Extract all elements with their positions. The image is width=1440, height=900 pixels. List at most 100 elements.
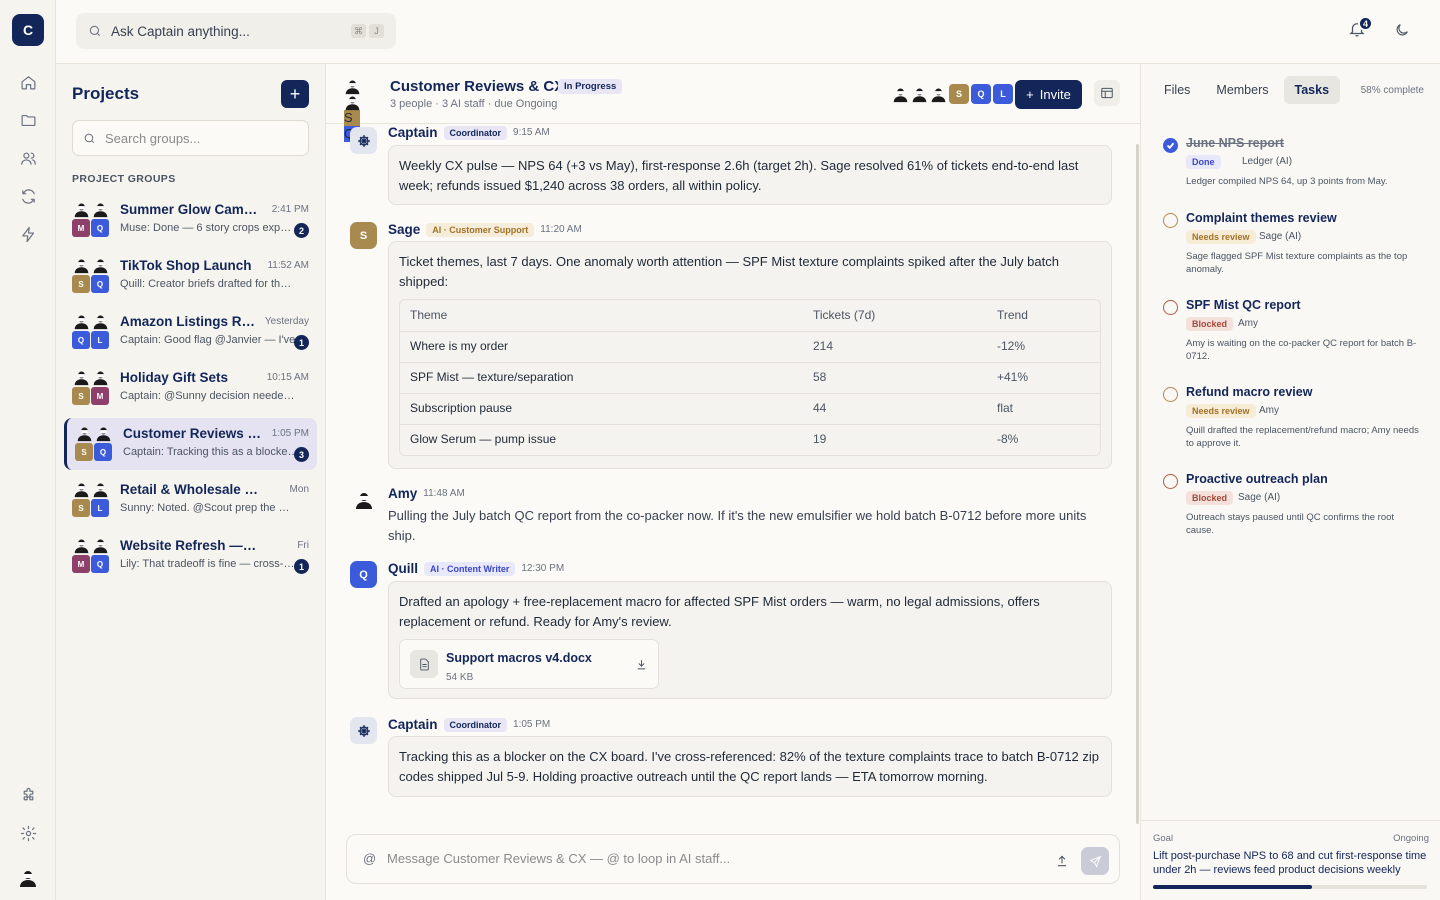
document-icon <box>410 650 438 678</box>
add-project-button[interactable]: + <box>281 80 309 108</box>
mention-button[interactable]: @ <box>363 851 376 866</box>
projects-title: Projects <box>72 84 140 103</box>
message-meta: Amy 11:48 AM <box>388 486 465 501</box>
home-icon[interactable] <box>16 70 40 94</box>
file-attachment[interactable]: Support macros v4.docx 54 KB <box>399 639 659 689</box>
person-icon <box>72 256 90 274</box>
app-logo[interactable]: C <box>12 14 44 46</box>
projects-panel: Projects + Search groups... PROJECT GROU… <box>56 64 326 900</box>
bolt-icon[interactable] <box>16 222 40 246</box>
settings-icon[interactable] <box>16 821 40 845</box>
project-group-item[interactable]: MQ Website Refresh — PDP v2 Fri Lily: That … <box>64 530 317 582</box>
person-icon <box>91 480 109 498</box>
tab-tasks[interactable]: Tasks <box>1283 76 1341 104</box>
group-avatar: SM <box>72 368 110 406</box>
user-avatar[interactable] <box>16 866 40 890</box>
person-icon <box>72 480 90 498</box>
refresh-icon[interactable] <box>16 184 40 208</box>
layout-toggle-button[interactable] <box>1094 80 1120 106</box>
task-checkbox[interactable] <box>1163 213 1178 228</box>
task-title: Proactive outreach plan <box>1186 472 1328 486</box>
person-icon <box>75 424 93 442</box>
top-bar: Ask Captain anything... ⌘ J 4 <box>56 0 1440 64</box>
message-meta: Captain Coordinator 9:15 AM <box>388 125 550 140</box>
task-checkbox[interactable] <box>1163 387 1178 402</box>
puzzle-icon[interactable] <box>16 783 40 807</box>
tasks-panel: Files Members Tasks 58% complete June NP… <box>1140 64 1440 900</box>
person-icon <box>72 200 90 218</box>
member-initial: S <box>72 499 90 517</box>
task-description: Ledger compiled NPS 64, up 3 points from… <box>1186 176 1388 187</box>
chat-subtitle: 3 people · 3 AI staff · due Ongoing <box>390 98 558 110</box>
project-group-item[interactable]: QL Amazon Listings Refresh Yesterday Captai… <box>64 306 317 358</box>
table-cell: 19 <box>803 424 987 455</box>
message-time: 1:05 PM <box>513 719 551 730</box>
group-name: Summer Glow Campaign <box>120 202 260 217</box>
message-author: Captain <box>388 717 438 732</box>
amy-avatar <box>350 486 377 513</box>
group-time: 2:41 PM <box>271 204 309 215</box>
search-icon <box>84 133 95 143</box>
tab-files[interactable]: Files <box>1153 76 1201 104</box>
project-group-item[interactable]: S L Retail & Wholesale Q4 Mon Sunny: Noted. … <box>64 474 317 526</box>
users-icon[interactable] <box>16 146 40 170</box>
table-cell: 44 <box>803 393 987 424</box>
plus-icon: + <box>1026 87 1034 102</box>
project-group-item[interactable]: SQ Customer Reviews & CX 1:05 PM Captain: T… <box>64 418 317 470</box>
task-owner: Amy <box>1238 318 1258 329</box>
folder-icon[interactable] <box>16 108 40 132</box>
unread-badge: 1 <box>294 335 309 350</box>
group-avatar: MQ <box>72 536 110 574</box>
group-avatar: SQ <box>75 424 113 462</box>
chat-scrollbar[interactable] <box>1136 144 1139 824</box>
message-time: 11:20 AM <box>540 224 582 235</box>
project-group-item[interactable]: S Q TikTok Shop Launch 11:52 AM Quill: Creat… <box>64 250 317 302</box>
goal-label: Goal <box>1153 833 1174 844</box>
task-checkbox[interactable] <box>1163 138 1178 153</box>
task-status-badge: Needs review <box>1186 404 1256 418</box>
task-status-badge: Blocked <box>1186 317 1234 331</box>
member-initial: L <box>91 499 109 517</box>
member-avatars[interactable]: SQL <box>892 84 1013 104</box>
theme-toggle[interactable] <box>1394 22 1414 42</box>
member-initial: Q <box>91 555 109 573</box>
ask-captain-search[interactable]: Ask Captain anything... ⌘ J <box>76 13 396 49</box>
send-button[interactable] <box>1081 847 1109 875</box>
moon-icon <box>1396 24 1408 36</box>
message-text: Drafted an apology + free-replacement ma… <box>399 594 1040 629</box>
task-checkbox[interactable] <box>1163 300 1178 315</box>
table-row: SPF Mist — texture/separation 58 +41% <box>400 362 1100 393</box>
message-bubble: Weekly CX pulse — NPS 64 (+3 vs May), fi… <box>388 145 1112 205</box>
upload-icon[interactable] <box>1055 854 1069 871</box>
tab-members[interactable]: Members <box>1205 76 1279 104</box>
person-icon <box>91 256 109 274</box>
message-bubble: Drafted an apology + free-replacement ma… <box>388 581 1112 699</box>
invite-label: Invite <box>1039 87 1071 102</box>
role-badge: AI · Customer Support <box>426 222 535 237</box>
group-time: Fri <box>297 540 309 551</box>
invite-button[interactable]: + Invite <box>1015 80 1082 109</box>
task-checkbox[interactable] <box>1163 474 1178 489</box>
chat-panel: SQ Customer Reviews & CX In Progress 3 p… <box>326 64 1140 900</box>
notifications-button[interactable]: 4 <box>1348 16 1373 44</box>
column-header: Trend <box>997 307 1028 322</box>
person-icon <box>930 84 947 104</box>
goal-section: Goal Ongoing Lift post-purchase NPS to 6… <box>1141 820 1440 900</box>
table-cell: -8% <box>987 424 1100 455</box>
captain-avatar <box>350 717 377 744</box>
project-group-item[interactable]: MQ Summer Glow Campaign 2:41 PM Muse: Done … <box>64 194 317 246</box>
task-title: Complaint themes review <box>1186 211 1337 225</box>
panel-tabs: Files Members Tasks <box>1153 76 1341 104</box>
group-time: Yesterday <box>264 316 309 327</box>
download-icon[interactable] <box>635 657 648 677</box>
task-title: SPF Mist QC report <box>1186 298 1301 312</box>
message-composer[interactable]: @ Message Customer Reviews & CX — @ to l… <box>346 834 1120 884</box>
search-groups-placeholder: Search groups... <box>105 130 201 146</box>
message-author: Quill <box>388 561 418 576</box>
project-group-item[interactable]: S M Holiday Gift Sets 10:15 AM Captain: @Sun… <box>64 362 317 414</box>
send-icon <box>1088 855 1101 868</box>
person-icon <box>892 84 909 104</box>
role-badge: AI · Content Writer <box>424 561 516 576</box>
search-groups-input[interactable]: Search groups... <box>72 120 309 156</box>
task-description: Outreach stays paused until QC confirms … <box>1186 512 1395 536</box>
